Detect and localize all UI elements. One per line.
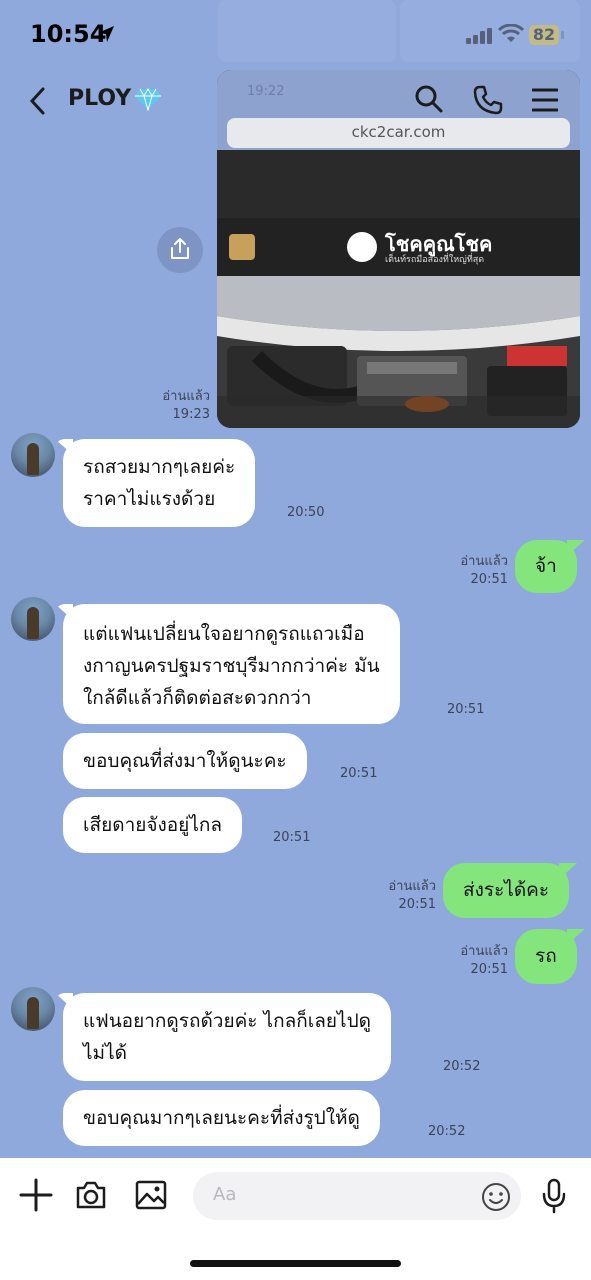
message-text-line: ไม่ได้ xyxy=(83,1042,127,1064)
image-gallery-icon[interactable] xyxy=(135,1180,167,1210)
back-chevron-icon[interactable] xyxy=(28,86,48,116)
message-composer-bar: Aa xyxy=(0,1158,591,1280)
incoming-message-bubble: เสียดายจังอยู่ไกล xyxy=(63,797,243,853)
message-input[interactable]: Aa xyxy=(193,1172,521,1220)
message-time: 20:52 xyxy=(428,1124,466,1139)
message-time: 20:51 xyxy=(470,572,508,587)
home-indicator xyxy=(190,1260,401,1267)
read-receipt: อ่านแล้ว xyxy=(460,944,508,959)
photo-site-banner: โชคคูณโชค เต็นท์รถมือสองที่ใหญ่ที่สุด xyxy=(217,218,580,276)
message-text-line: แฟนอยากดูรถด้วยค่ะ ไกลก็เลยไปดู xyxy=(83,1010,371,1032)
message-time: 19:23 xyxy=(172,407,210,422)
menu-icon[interactable] xyxy=(532,88,558,112)
share-button[interactable] xyxy=(157,227,203,273)
incoming-message-bubble: ขอบคุณมากๆเลยนะคะที่ส่งรูปให้ดู xyxy=(63,1090,380,1146)
message-time: 20:51 xyxy=(340,766,378,781)
read-receipt: อ่านแล้ว xyxy=(388,879,436,894)
contact-avatar[interactable] xyxy=(11,433,55,477)
engine-bay-image xyxy=(217,276,580,428)
location-arrow-icon xyxy=(98,26,114,42)
photo-browser-chrome: 19:22 ckc2car.com xyxy=(217,70,580,150)
message-meta: อ่านแล้ว 20:51 xyxy=(446,553,508,589)
message-time: 20:51 xyxy=(470,962,508,977)
share-icon xyxy=(171,238,189,259)
message-text-line: รถสวยมากๆเลยค่ะ xyxy=(83,456,236,478)
chat-title: PLOY xyxy=(68,86,132,111)
diamond-icon xyxy=(135,87,161,111)
background-thumbnail xyxy=(400,0,580,62)
read-receipt: อ่านแล้ว xyxy=(460,554,508,569)
site-logo xyxy=(347,232,377,262)
microphone-icon[interactable] xyxy=(541,1178,567,1214)
incoming-message-bubble: แต่แฟนเปลี่ยนใจอยากดูรถแถวเมือ งกาญนครปฐ… xyxy=(63,604,400,724)
message-time: 20:52 xyxy=(443,1059,481,1074)
message-text-line: รถ xyxy=(535,945,557,967)
emoji-icon[interactable] xyxy=(481,1182,511,1212)
phone-call-icon[interactable] xyxy=(472,84,504,116)
outgoing-message-bubble: ส่งระได้คะ xyxy=(443,863,570,918)
incoming-message-bubble: ขอบคุณที่ส่งมาให้ดูนะคะ xyxy=(63,733,307,789)
plus-icon[interactable] xyxy=(19,1178,53,1212)
message-text-line: แต่แฟนเปลี่ยนใจอยากดูรถแถวเมือ xyxy=(83,623,365,645)
message-text-line: ราคาไม่แรงด้วย xyxy=(83,488,216,510)
background-thumbnail xyxy=(218,0,396,62)
outgoing-message-bubble: จ้า xyxy=(515,540,577,593)
message-text-line: จ้า xyxy=(535,555,557,577)
site-tagline: เต็นท์รถมือสองที่ใหญ่ที่สุด xyxy=(385,255,485,265)
message-text-line: ใกล้ดีแล้วก็ติดต่อสะดวกกว่า xyxy=(83,687,312,709)
message-time: 20:51 xyxy=(398,897,436,912)
photo-url-bar: ckc2car.com xyxy=(227,118,570,148)
camera-icon[interactable] xyxy=(75,1180,107,1210)
status-time: 10:54 xyxy=(30,20,107,48)
contact-avatar[interactable] xyxy=(11,597,55,641)
message-text-line: เสียดายจังอยู่ไกล xyxy=(83,814,223,836)
site-menu-icon xyxy=(229,234,255,260)
contact-avatar[interactable] xyxy=(11,987,55,1031)
message-meta: อ่านแล้ว 19:23 xyxy=(150,388,210,424)
photo-overlay-time: 19:22 xyxy=(247,84,285,99)
incoming-message-bubble: แฟนอยากดูรถด้วยค่ะ ไกลก็เลยไปดู ไม่ได้ xyxy=(63,993,391,1081)
search-icon[interactable] xyxy=(414,84,444,114)
message-time: 20:51 xyxy=(273,830,311,845)
message-meta: อ่านแล้ว 20:51 xyxy=(376,878,436,914)
message-text-line: ขอบคุณมากๆเลยนะคะที่ส่งรูปให้ดู xyxy=(83,1107,360,1129)
incoming-message-bubble: รถสวยมากๆเลยค่ะ ราคาไม่แรงด้วย xyxy=(63,439,256,527)
message-time: 20:51 xyxy=(447,702,485,717)
message-text-line: ส่งระได้คะ xyxy=(463,879,550,901)
photo-header-band xyxy=(217,150,580,218)
outgoing-message-bubble: รถ xyxy=(515,929,577,984)
read-receipt: อ่านแล้ว xyxy=(162,389,210,404)
message-text-line: งกาญนครปฐมราชบุรีมากกว่าค่ะ มัน xyxy=(83,655,380,677)
message-meta: อ่านแล้ว 20:51 xyxy=(446,943,508,979)
shared-photo[interactable]: 19:22 ckc2car.com โชคคูณโชค เต็นท์รถมือส… xyxy=(217,70,580,428)
message-text-line: ขอบคุณที่ส่งมาให้ดูนะคะ xyxy=(83,750,287,772)
message-input-placeholder: Aa xyxy=(213,1184,237,1205)
message-time: 20:50 xyxy=(287,505,325,520)
